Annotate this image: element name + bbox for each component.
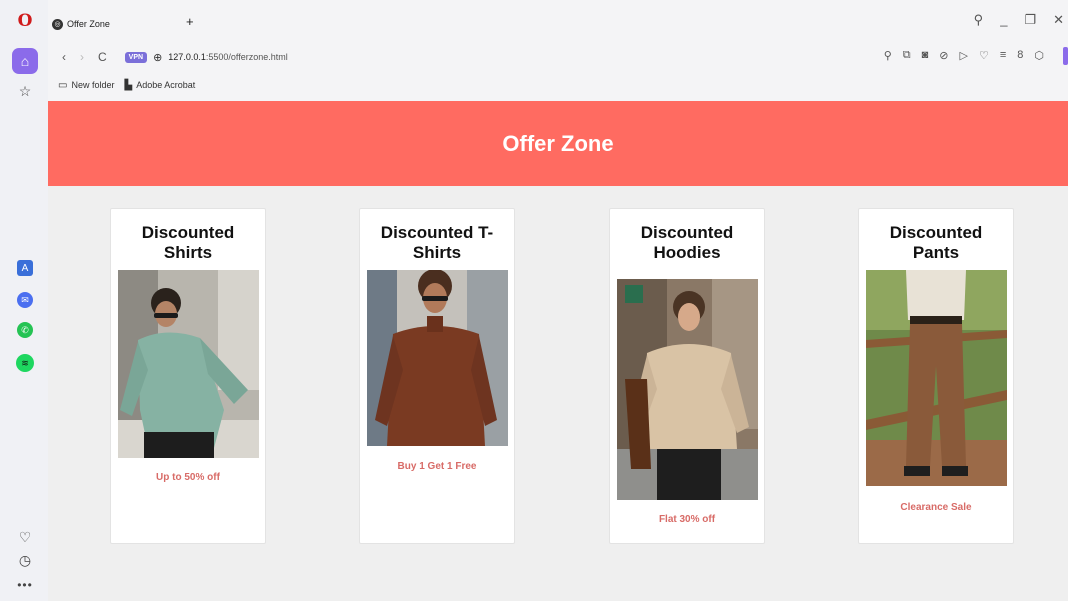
extensions-icon[interactable]: ⬡ <box>1034 49 1044 62</box>
tab-bar: ◎ Offer Zone + ⚲ _ ❐ ✕ <box>48 8 1068 38</box>
url-host: 127.0.0.1 <box>168 52 206 62</box>
shield-icon[interactable]: ⊘ <box>939 49 948 62</box>
card-title: Discounted Shirts <box>141 223 235 262</box>
bookmark-adobe-acrobat[interactable]: ▙ Adobe Acrobat <box>124 80 195 91</box>
play-icon[interactable]: ▷ <box>960 49 968 62</box>
offer-card-tshirts[interactable]: Discounted T-Shirts Buy 1 Get 1 Free <box>359 208 515 544</box>
bookmark-label: Adobe Acrobat <box>136 80 196 90</box>
restore-icon[interactable]: ❐ <box>1024 12 1036 28</box>
bookmark-new-folder[interactable]: ▭ New folder <box>58 80 114 91</box>
folder-icon: ▭ <box>58 79 68 91</box>
url-path: :5500/offerzone.html <box>205 52 288 62</box>
url-field[interactable]: 127.0.0.1:5500/offerzone.html <box>168 52 287 62</box>
card-offer: Up to 50% off <box>156 472 220 483</box>
back-icon[interactable]: ‹ <box>62 50 66 64</box>
camera-icon[interactable]: ◙ <box>922 49 929 62</box>
share-icon[interactable]: ⧉ <box>903 49 911 62</box>
window-controls: ⚲ _ ❐ ✕ <box>974 12 1064 28</box>
opera-logo-icon[interactable]: O <box>14 10 36 32</box>
globe-icon: ◎ <box>52 18 63 30</box>
whatsapp-icon[interactable]: ✆ <box>17 322 33 338</box>
card-title: Discounted Hoodies <box>640 223 734 262</box>
site-info-icon[interactable]: ⊕ <box>153 51 162 64</box>
browser-sidebar: O ⌂ ☆ A ✉ ✆ ≋ ♡ ◷ ••• <box>0 0 48 601</box>
address-bar: ‹ › C VPN ⊕ 127.0.0.1:5500/offerzone.htm… <box>48 44 1068 70</box>
offer-card-shirts[interactable]: Discounted Shirts Up to 50% off <box>110 208 266 544</box>
document-icon: ▙ <box>124 79 133 91</box>
offer-card-pants[interactable]: Discounted Pants Clearance Sale <box>858 208 1014 544</box>
card-offer: Clearance Sale <box>900 502 972 513</box>
extension-badge[interactable] <box>1063 47 1068 65</box>
search-icon[interactable]: ⚲ <box>974 12 984 28</box>
tab-offer-zone[interactable]: ◎ Offer Zone <box>52 12 176 36</box>
history-icon[interactable]: ◷ <box>14 549 36 571</box>
more-icon[interactable]: ••• <box>14 574 36 596</box>
star-icon[interactable]: ☆ <box>14 80 36 102</box>
heart-icon[interactable]: ♡ <box>979 49 989 62</box>
shirt-photo <box>118 270 259 458</box>
card-offer: Buy 1 Get 1 Free <box>397 461 477 472</box>
heart-icon[interactable]: ♡ <box>14 526 36 548</box>
menu-icon[interactable]: ≡ <box>1000 49 1006 62</box>
close-icon[interactable]: ✕ <box>1053 12 1064 28</box>
offer-card-hoodies[interactable]: Discounted Hoodies Flat 30% off <box>609 208 765 544</box>
hoodie-photo <box>617 279 758 500</box>
page-title: Offer Zone <box>502 130 614 156</box>
bookmarks-bar: ▭ New folder ▙ Adobe Acrobat <box>48 76 195 94</box>
reload-icon[interactable]: C <box>98 50 107 64</box>
bookmark-label: New folder <box>71 80 115 90</box>
tab-title: Offer Zone <box>67 19 110 29</box>
app-store-icon[interactable]: A <box>17 260 33 276</box>
page-header: Offer Zone <box>48 101 1068 186</box>
card-title: Discounted Pants <box>889 223 983 262</box>
pants-photo <box>866 270 1007 486</box>
profile-icon[interactable]: 8 <box>1017 49 1023 62</box>
page-content: Offer Zone Discounted Shirts Up to 50% o… <box>48 101 1068 601</box>
home-icon[interactable]: ⌂ <box>12 48 38 74</box>
toolbar-icons: ⚲ ⧉ ◙ ⊘ ▷ ♡ ≡ 8 ⬡ <box>884 49 1044 62</box>
search-page-icon[interactable]: ⚲ <box>884 49 892 62</box>
new-tab-button[interactable]: + <box>186 14 194 29</box>
spotify-icon[interactable]: ≋ <box>16 354 34 372</box>
vpn-badge[interactable]: VPN <box>124 51 148 63</box>
card-offer: Flat 30% off <box>658 514 716 525</box>
card-title: Discounted T-Shirts <box>380 223 494 262</box>
forward-icon[interactable]: › <box>80 50 84 64</box>
minimize-icon[interactable]: _ <box>1000 12 1007 28</box>
tshirt-photo <box>367 270 508 446</box>
messenger-icon[interactable]: ✉ <box>17 292 33 308</box>
